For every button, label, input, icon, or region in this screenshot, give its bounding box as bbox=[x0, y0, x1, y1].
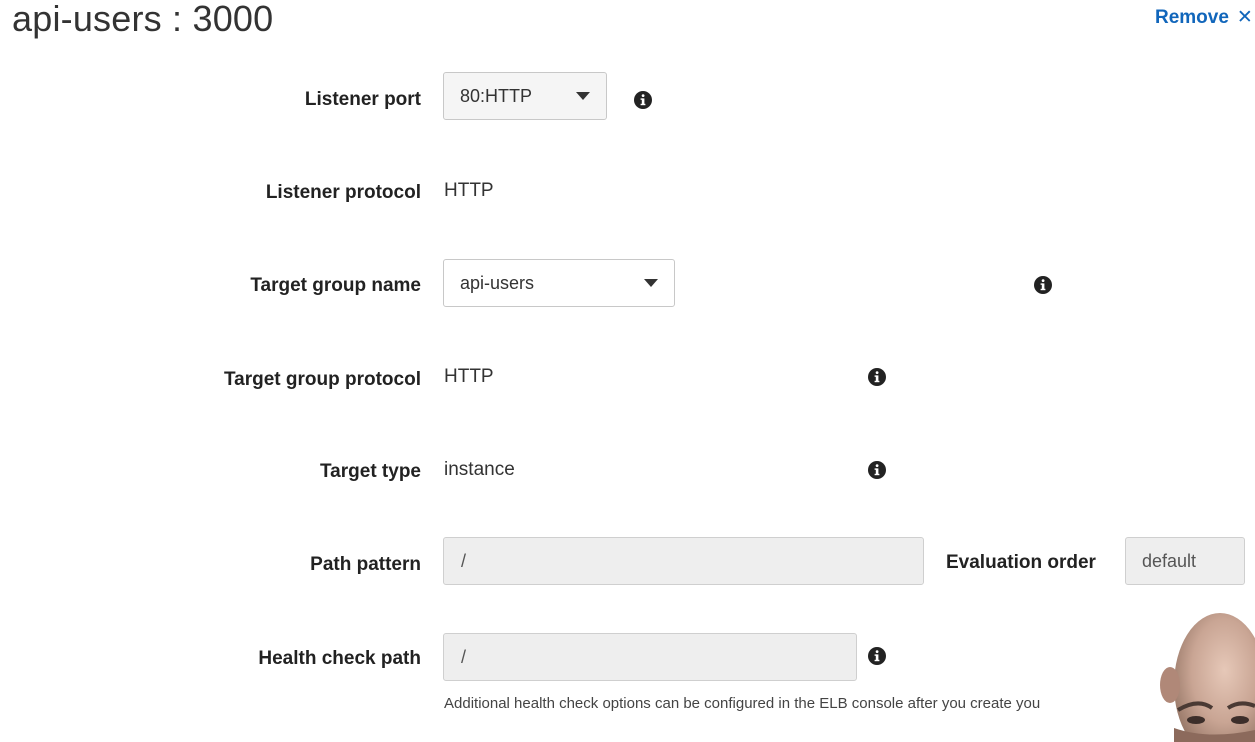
health-check-help-text: Additional health check options can be c… bbox=[444, 695, 1041, 712]
info-icon[interactable] bbox=[868, 461, 886, 479]
remove-label: Remove bbox=[1155, 7, 1229, 28]
path-pattern-input[interactable]: / bbox=[443, 537, 924, 585]
target-group-name-value: api-users bbox=[460, 272, 535, 293]
info-icon[interactable] bbox=[634, 91, 652, 109]
evaluation-order-input[interactable]: default bbox=[1125, 537, 1245, 585]
listener-protocol-value: HTTP bbox=[444, 180, 494, 201]
page-title: api-users : 3000 bbox=[12, 0, 274, 39]
chevron-down-icon bbox=[576, 92, 590, 100]
chevron-down-icon bbox=[644, 279, 658, 287]
target-group-name-label: Target group name bbox=[250, 275, 421, 296]
info-icon[interactable] bbox=[1034, 276, 1052, 294]
health-check-path-label: Health check path bbox=[258, 648, 421, 669]
target-group-name-select[interactable]: api-users bbox=[443, 259, 675, 307]
listener-protocol-label: Listener protocol bbox=[265, 182, 421, 203]
listener-port-value: 80:HTTP bbox=[460, 85, 533, 106]
info-icon[interactable] bbox=[868, 368, 886, 386]
target-group-protocol-label: Target group protocol bbox=[223, 369, 421, 390]
target-type-value: instance bbox=[444, 459, 515, 480]
info-icon[interactable] bbox=[868, 647, 886, 665]
evaluation-order-label: Evaluation order bbox=[946, 552, 1096, 573]
remove-button[interactable]: Remove ✕ bbox=[1155, 6, 1253, 29]
listener-port-label: Listener port bbox=[304, 89, 421, 110]
close-icon: ✕ bbox=[1236, 7, 1253, 28]
health-check-path-value: / bbox=[461, 646, 467, 667]
webcam-overlay bbox=[1148, 590, 1255, 742]
listener-rule-panel: api-users : 3000 Remove ✕ Listener port 8… bbox=[0, 0, 1255, 742]
evaluation-order-value: default bbox=[1142, 550, 1197, 571]
target-type-label: Target type bbox=[319, 461, 421, 482]
path-pattern-label: Path pattern bbox=[310, 554, 421, 575]
health-check-path-input[interactable]: / bbox=[443, 633, 857, 681]
listener-port-select[interactable]: 80:HTTP bbox=[443, 72, 607, 120]
target-group-protocol-value: HTTP bbox=[444, 366, 494, 387]
path-pattern-value: / bbox=[461, 550, 467, 571]
